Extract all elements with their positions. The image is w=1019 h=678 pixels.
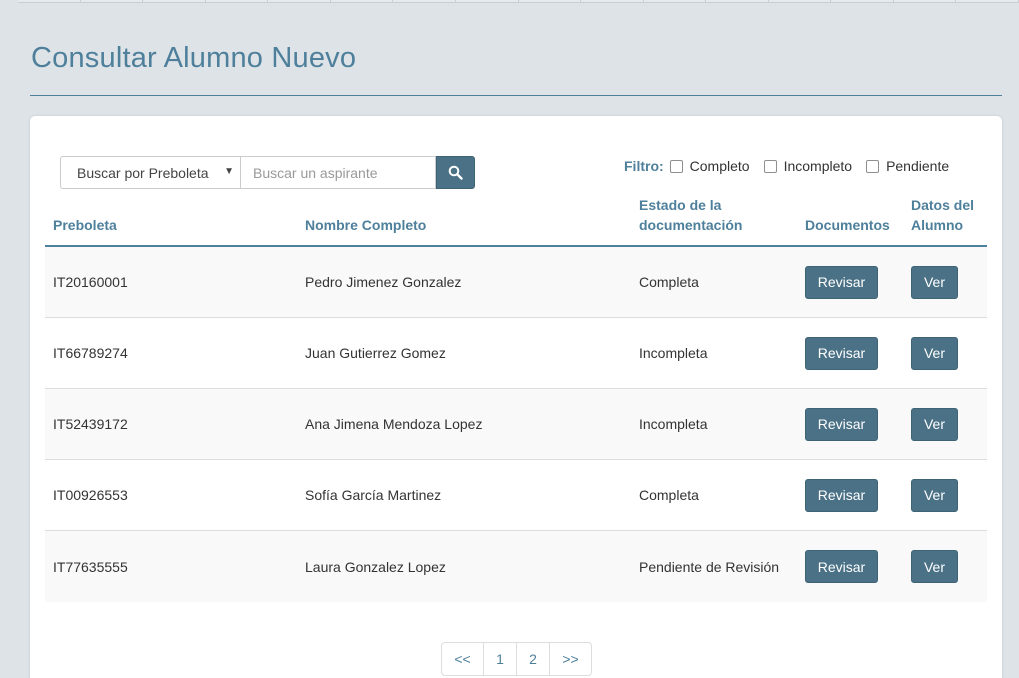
cell-preboleta: IT00926553: [53, 487, 128, 503]
pagination: << 1 2 >>: [441, 642, 592, 676]
cell-estado: Completa: [639, 487, 699, 503]
cell-nombre: Ana Jimena Mendoza Lopez: [305, 416, 483, 432]
cell-preboleta: IT66789274: [53, 345, 128, 361]
top-tab[interactable]: [330, 0, 394, 2]
table-row: IT66789274 Juan Gutierrez Gomez Incomple…: [45, 318, 987, 389]
search-icon: [448, 165, 463, 180]
cell-preboleta: IT52439172: [53, 416, 128, 432]
top-tab[interactable]: [518, 0, 582, 2]
cell-estado: Incompleta: [639, 345, 708, 361]
header-estado: Estado de la documentación: [639, 197, 743, 233]
cell-documentos: Revisar: [797, 265, 903, 299]
cell-datos: Ver: [903, 265, 987, 299]
page-title: Consultar Alumno Nuevo: [31, 42, 357, 74]
search-input[interactable]: [240, 156, 436, 189]
cell-documentos: Revisar: [797, 336, 903, 370]
revisar-button[interactable]: Revisar: [805, 265, 878, 299]
cell-datos: Ver: [903, 336, 987, 370]
title-divider: [30, 95, 1002, 96]
ver-button[interactable]: Ver: [911, 265, 958, 299]
revisar-button[interactable]: Revisar: [805, 550, 878, 583]
filter-option-label: Incompleto: [783, 158, 853, 174]
filter-option-incompleto[interactable]: Incompleto: [763, 158, 853, 174]
filter-option-label: Pendiente: [886, 158, 950, 174]
cell-datos: Ver: [903, 478, 987, 512]
cell-estado: Pendiente de Revisión: [639, 558, 780, 575]
top-tab[interactable]: [455, 0, 519, 2]
pagination-prev[interactable]: <<: [442, 643, 484, 675]
cell-documentos: Revisar: [797, 478, 903, 512]
checkbox-completo[interactable]: [669, 159, 683, 173]
table-row: IT20160001 Pedro Jimenez Gonzalez Comple…: [45, 247, 987, 318]
top-tab[interactable]: [956, 0, 1019, 2]
table-row: IT77635555 Laura Gonzalez Lopez Pendient…: [45, 531, 987, 602]
pagination-page-2[interactable]: 2: [517, 643, 550, 675]
top-tab[interactable]: [643, 0, 707, 2]
ver-button[interactable]: Ver: [911, 407, 958, 441]
top-tab[interactable]: [893, 0, 957, 2]
top-tab[interactable]: [80, 0, 144, 2]
top-tab[interactable]: [581, 0, 644, 2]
filter-label: Filtro:: [624, 158, 664, 174]
cell-nombre: Pedro Jimenez Gonzalez: [305, 274, 462, 290]
filter-option-completo[interactable]: Completo: [669, 158, 750, 174]
search-button[interactable]: [436, 156, 475, 189]
caret-down-icon: ▼: [224, 166, 234, 177]
cell-datos: Ver: [903, 407, 987, 441]
cell-nombre: Sofía García Martinez: [305, 487, 442, 503]
cell-datos: Ver: [903, 550, 987, 583]
revisar-button[interactable]: Revisar: [805, 478, 878, 512]
cell-documentos: Revisar: [797, 550, 903, 583]
pagination-next[interactable]: >>: [550, 643, 591, 675]
cell-estado: Completa: [639, 274, 699, 290]
top-tab[interactable]: [143, 0, 206, 2]
top-tab[interactable]: [831, 0, 894, 2]
students-table: Preboleta Nombre Completo Estado de la d…: [45, 196, 987, 602]
cell-preboleta: IT20160001: [53, 274, 128, 290]
checkbox-incompleto[interactable]: [763, 159, 777, 173]
top-tab[interactable]: [768, 0, 832, 2]
content-panel: Buscar por Preboleta ▼ Filtro: Completo …: [30, 116, 1002, 678]
header-preboleta: Preboleta: [53, 217, 117, 233]
table-row: IT00926553 Sofía García Martinez Complet…: [45, 460, 987, 531]
filter-option-label: Completo: [689, 158, 750, 174]
filter-option-pendiente[interactable]: Pendiente: [866, 158, 949, 174]
cell-nombre: Juan Gutierrez Gomez: [305, 345, 446, 361]
revisar-button[interactable]: Revisar: [805, 336, 878, 370]
header-nombre: Nombre Completo: [305, 217, 427, 233]
top-tab[interactable]: [268, 0, 331, 2]
cell-nombre: Laura Gonzalez Lopez: [305, 558, 446, 575]
ver-button[interactable]: Ver: [911, 478, 958, 512]
ver-button[interactable]: Ver: [911, 336, 958, 370]
search-bar: Buscar por Preboleta ▼: [60, 156, 475, 189]
ver-button[interactable]: Ver: [911, 550, 958, 583]
top-tab[interactable]: [205, 0, 269, 2]
filter-group: Filtro: Completo Incompleto Pendiente: [624, 158, 949, 174]
search-type-value: Buscar por Preboleta: [77, 164, 209, 181]
top-tab[interactable]: [393, 0, 456, 2]
table-header: Preboleta Nombre Completo Estado de la d…: [45, 196, 987, 247]
top-tab-strip: [18, 0, 1019, 3]
revisar-button[interactable]: Revisar: [805, 407, 878, 441]
top-tab[interactable]: [706, 0, 769, 2]
header-datos: Datos del Alumno: [911, 197, 975, 233]
cell-estado: Incompleta: [639, 416, 708, 432]
top-tab[interactable]: [18, 0, 81, 2]
search-type-select[interactable]: Buscar por Preboleta ▼: [60, 156, 240, 189]
header-documentos: Documentos: [805, 217, 890, 233]
cell-preboleta: IT77635555: [53, 558, 128, 575]
pagination-page-1[interactable]: 1: [484, 643, 517, 675]
cell-documentos: Revisar: [797, 407, 903, 441]
table-row: IT52439172 Ana Jimena Mendoza Lopez Inco…: [45, 389, 987, 460]
checkbox-pendiente[interactable]: [866, 159, 880, 173]
